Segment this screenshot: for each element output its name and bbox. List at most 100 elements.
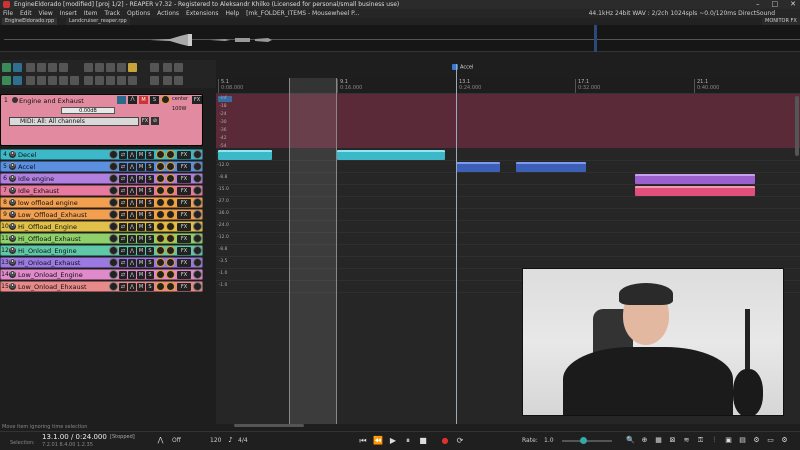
automation-mode[interactable]: Off (172, 437, 181, 444)
mute-button[interactable]: M (137, 222, 145, 231)
record-monitor-knob[interactable] (109, 198, 118, 207)
toolbar-button-12[interactable] (150, 63, 159, 72)
input-fx-icon[interactable]: FX (141, 117, 149, 125)
volume-knob[interactable] (161, 95, 170, 104)
fx-button[interactable]: FX (177, 198, 191, 207)
fx-bypass-icon[interactable] (193, 150, 202, 159)
solo-button[interactable]: S (146, 198, 154, 207)
toolbar-button-5[interactable] (48, 63, 57, 72)
settings-icon[interactable]: ⚙ (780, 436, 789, 445)
volume-knob[interactable] (156, 234, 165, 243)
horizontal-scrollbar[interactable] (234, 424, 304, 427)
menu-item[interactable]: Item (84, 10, 98, 17)
folder-track-engine-and-exhaust[interactable]: 1 Engine and Exhaust ⋀ M S center 100W F… (0, 94, 203, 146)
track-name[interactable]: Accel (18, 163, 109, 171)
menu-track[interactable]: Track (104, 10, 120, 17)
tab-engine-eldorado[interactable]: EngineEldorado.rpp (2, 18, 58, 25)
mute-button[interactable]: M (137, 210, 145, 219)
solo-button[interactable]: S (146, 162, 154, 171)
toolbar-button-2[interactable] (13, 63, 22, 72)
record-monitor-knob[interactable] (109, 222, 118, 231)
track-name[interactable]: Low_Onload_Engine (18, 271, 109, 279)
envelope-icon[interactable]: ⋀ (128, 270, 136, 279)
envelope-icon[interactable]: ⋀ (128, 96, 137, 104)
envelope-icon[interactable]: ⋀ (128, 174, 136, 183)
track-row[interactable]: 8 ⦿ low offload engine ⇄ ⋀ M S FX (0, 197, 203, 208)
track-io-icon[interactable]: ⇄ (119, 258, 127, 267)
volume-knob[interactable] (156, 246, 165, 255)
record-arm-icon[interactable]: ⦿ (9, 223, 16, 230)
mute-button[interactable]: M (137, 270, 145, 279)
solo-button[interactable]: S (146, 186, 154, 195)
toolbar-button-20[interactable] (59, 76, 68, 85)
pan-knob[interactable] (166, 258, 175, 267)
monitor-fx-button[interactable]: MONITOR FX (762, 18, 800, 25)
fx-button[interactable]: FX (192, 96, 202, 104)
tab-landcruiser[interactable]: Landcruiser_reaper.rpp (66, 18, 130, 25)
position-display[interactable]: 13.1.00 / 0:24.000 (42, 433, 107, 441)
toolbar-button-27[interactable] (150, 76, 159, 85)
track-row[interactable]: 12 ⦿ Hi_Onload_Engine ⇄ ⋀ M S FX (0, 245, 203, 256)
fx-button[interactable]: FX (177, 258, 191, 267)
record-arm-icon[interactable]: ⦿ (9, 211, 16, 218)
record-button[interactable]: ● (440, 436, 450, 446)
repeat-button[interactable]: ⟳ (455, 436, 465, 446)
toolbar-button-26[interactable] (128, 76, 137, 85)
automation-icon[interactable]: ⋀ (156, 436, 165, 445)
toolbar-button-4[interactable] (37, 63, 46, 72)
volume-knob[interactable] (156, 186, 165, 195)
menu-insert[interactable]: Insert (60, 10, 77, 17)
pan-knob[interactable] (166, 270, 175, 279)
track-name[interactable]: Hi_Offload_Exhaust (18, 235, 109, 243)
toolbar-button-3[interactable] (26, 63, 35, 72)
mute-button[interactable]: M (137, 246, 145, 255)
toolbar-button-8[interactable] (95, 63, 104, 72)
pause-button[interactable]: ⏸ (403, 436, 413, 446)
fx-bypass-icon[interactable] (193, 198, 202, 207)
snap-icon[interactable]: ⊠ (668, 436, 677, 445)
envelope-icon[interactable]: ⋀ (128, 246, 136, 255)
vertical-scrollbar[interactable] (795, 96, 799, 156)
record-monitor-knob[interactable] (109, 186, 118, 195)
rate-slider[interactable] (562, 440, 612, 442)
envelope-icon[interactable]: ⋀ (128, 234, 136, 243)
mixer-icon[interactable]: ⫶ (710, 436, 719, 445)
track-row[interactable]: 6 ⦿ Idle engine ⇄ ⋀ M S FX (0, 173, 203, 184)
track-row[interactable]: 10 ⦿ Hi_Offload_Engine ⇄ ⋀ M S FX (0, 221, 203, 232)
grid-icon[interactable]: ▦ (654, 436, 663, 445)
track-row[interactable]: 5 ⦿ Accel ⇄ ⋀ M S FX (0, 161, 203, 172)
fx-browser-icon[interactable]: ⚙ (752, 436, 761, 445)
envelope-icon[interactable]: ⋀ (128, 150, 136, 159)
toolbar-button-23[interactable] (95, 76, 104, 85)
record-monitor-knob[interactable] (109, 174, 118, 183)
track-row[interactable]: 11 ⦿ Hi_Offload_Exhaust ⇄ ⋀ M S FX (0, 233, 203, 244)
track-name[interactable]: Decel (18, 151, 109, 159)
volume-knob[interactable] (156, 162, 165, 171)
record-monitor-knob[interactable] (109, 282, 118, 291)
fx-bypass-icon[interactable] (193, 186, 202, 195)
track-io-icon[interactable]: ⇄ (119, 210, 127, 219)
fx-bypass-icon[interactable] (193, 222, 202, 231)
solo-button[interactable]: S (146, 282, 154, 291)
pan-knob[interactable] (166, 246, 175, 255)
media-explorer-icon[interactable]: ▤ (738, 436, 747, 445)
track-io-icon[interactable]: ⇄ (119, 270, 127, 279)
go-to-start-button[interactable]: ⏮ (358, 436, 368, 446)
menu-help[interactable]: Help (225, 10, 239, 17)
envelope-icon[interactable]: ⋀ (128, 282, 136, 291)
close-button[interactable]: ✕ (790, 0, 796, 9)
rate-value[interactable]: 1.0 (544, 437, 554, 444)
rewind-button[interactable]: ⏪ (373, 436, 383, 446)
midi-input-select[interactable]: MIDI: All: All channels (9, 117, 139, 126)
track-io-icon[interactable]: ⇄ (119, 234, 127, 243)
pan-knob[interactable] (166, 150, 175, 159)
solo-button[interactable]: S (146, 258, 154, 267)
pan-knob[interactable] (166, 282, 175, 291)
track-row[interactable]: 7 ⦿ Idle_Exhaust ⇄ ⋀ M S FX (0, 185, 203, 196)
mute-button[interactable]: M (137, 174, 145, 183)
record-arm-icon[interactable]: ⦿ (9, 175, 16, 182)
envelope-icon[interactable]: ⋀ (128, 186, 136, 195)
zoom-icon[interactable]: ⊕ (640, 436, 649, 445)
track-row[interactable]: 15 ⦿ Low_Onload_Ehxaust ⇄ ⋀ M S FX (0, 281, 203, 292)
mute-button[interactable]: M (137, 282, 145, 291)
